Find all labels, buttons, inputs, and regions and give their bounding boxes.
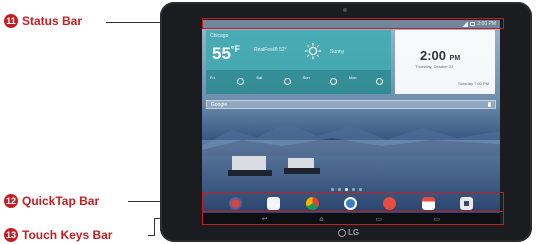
page-dot[interactable] <box>338 188 341 191</box>
status-bar-highlight <box>202 18 504 29</box>
forecast-day: Sun <box>299 70 345 94</box>
boat-hull <box>284 168 320 174</box>
weather-icon <box>329 78 337 85</box>
weather-feels-like: RealFeel® 52° <box>254 47 287 53</box>
forecast-day: Fri <box>206 70 252 94</box>
microphone-icon[interactable] <box>488 102 491 107</box>
status-bar-callout: 11 Status Bar <box>4 14 82 28</box>
page-dot[interactable] <box>331 188 334 191</box>
lg-logo: LG <box>338 228 359 237</box>
touch-keys-bar-leader-line-vertical <box>154 218 155 236</box>
weather-icon <box>376 78 383 85</box>
temperature-unit: °F <box>230 44 241 54</box>
callout-number: 12 <box>4 194 18 208</box>
clock-alarm: Tuesday 7:00 PM <box>457 81 489 86</box>
touch-keys-bar-highlight <box>202 211 504 225</box>
callout-number: 13 <box>4 228 18 242</box>
boat-cabin <box>288 158 314 168</box>
touch-keys-bar-callout: 13 Touch Keys Bar <box>4 228 112 242</box>
quicktap-bar-highlight <box>202 192 504 212</box>
front-camera <box>343 8 347 12</box>
clock-widget[interactable]: 2:00 PM Thursday, October 23 Tuesday 7:0… <box>395 30 495 94</box>
weather-location: Chicago <box>210 33 229 39</box>
sun-icon <box>304 42 322 60</box>
brand-text: LG <box>348 228 360 237</box>
callout-label: QuickTap Bar <box>22 194 100 208</box>
callout-label: Status Bar <box>22 14 83 28</box>
clock-ampm: PM <box>449 55 461 62</box>
weather-condition: Sunny <box>330 49 345 55</box>
weather-icon <box>283 78 291 85</box>
callout-label: Touch Keys Bar <box>22 228 113 242</box>
google-search-bar[interactable]: Google <box>206 100 496 109</box>
temperature-value: 55 <box>212 44 231 63</box>
weather-temperature: 55°F <box>212 44 240 64</box>
weather-icon <box>237 78 245 85</box>
weather-widget[interactable]: Chicago 55°F RealFeel® 52° Sunny Fri Sat… <box>206 30 391 94</box>
page-dot[interactable] <box>359 188 362 191</box>
clock-time: 2:00 PM <box>420 48 461 63</box>
forecast-day: Sat <box>252 70 298 94</box>
lg-logo-mark <box>338 228 346 237</box>
quicktap-bar-callout: 12 QuickTap Bar <box>4 194 99 208</box>
search-placeholder: Google <box>211 102 228 108</box>
home-page-indicator <box>331 188 362 191</box>
boat-hull <box>228 170 272 176</box>
forecast-day: Mon <box>345 70 391 94</box>
page-dot[interactable] <box>352 188 355 191</box>
boat-cabin <box>232 156 266 170</box>
clock-date: Thursday, October 23 <box>415 64 454 69</box>
callout-number: 11 <box>4 14 18 28</box>
weather-forecast: Fri Sat Sun Mon <box>206 70 391 94</box>
page-dot-active[interactable] <box>345 188 348 191</box>
